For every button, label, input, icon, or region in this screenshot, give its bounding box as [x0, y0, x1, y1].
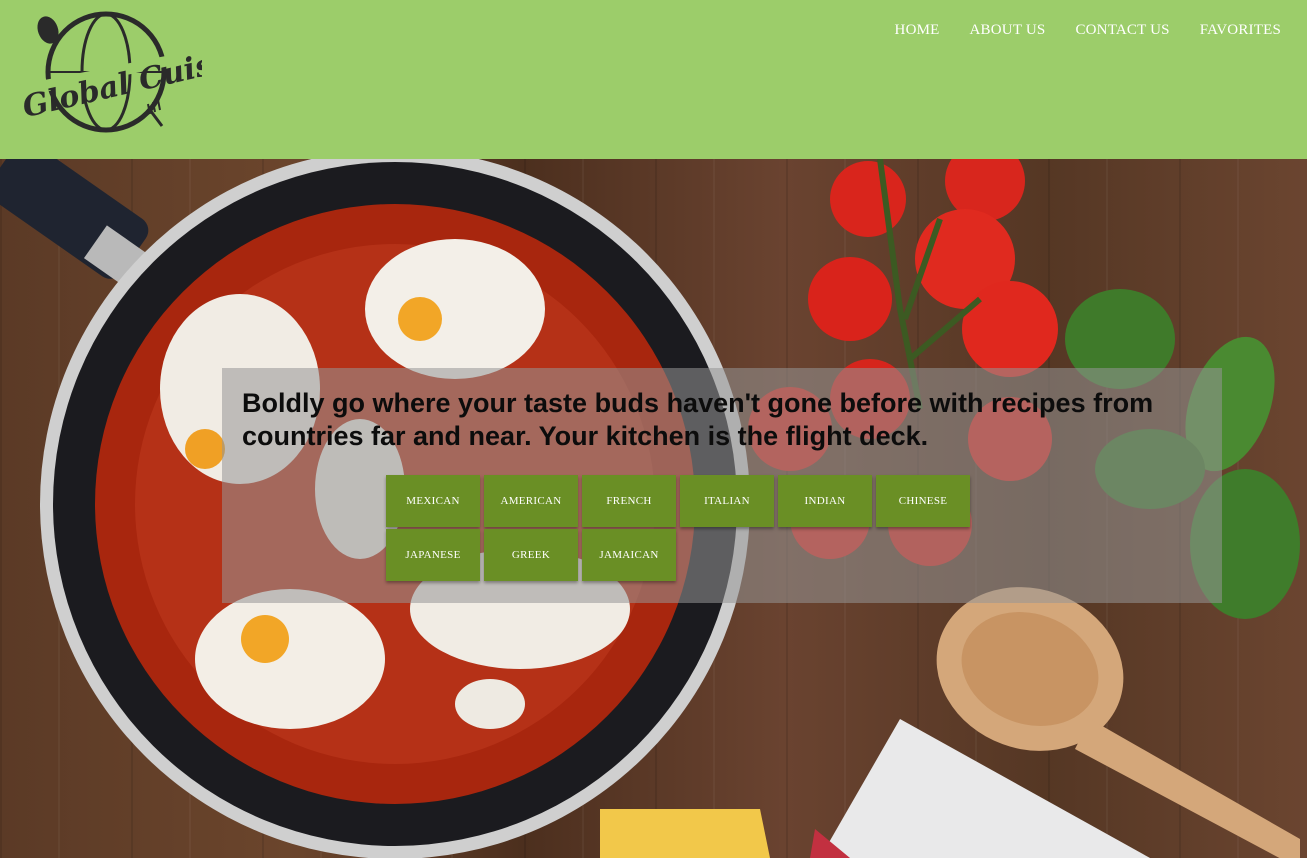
site-header: Global Cuisine HOME ABOUT US CONTACT US … — [0, 0, 1307, 159]
hero-card: Boldly go where your taste buds haven't … — [222, 368, 1222, 603]
cuisine-button-american[interactable]: AMERICAN — [484, 475, 578, 527]
cuisine-button-french[interactable]: FRENCH — [582, 475, 676, 527]
cuisine-button-chinese[interactable]: CHINESE — [876, 475, 970, 527]
cuisine-button-jamaican[interactable]: JAMAICAN — [582, 529, 676, 581]
cuisine-button-mexican[interactable]: MEXICAN — [386, 475, 480, 527]
cuisine-button-indian[interactable]: INDIAN — [778, 475, 872, 527]
nav-about-us[interactable]: ABOUT US — [970, 22, 1046, 39]
hero-tagline: Boldly go where your taste buds haven't … — [242, 388, 1154, 451]
cuisine-button-greek[interactable]: GREEK — [484, 529, 578, 581]
nav-favorites[interactable]: FAVORITES — [1200, 22, 1281, 39]
cuisine-button-group: MEXICAN AMERICAN FRENCH ITALIAN INDIAN C… — [386, 475, 976, 583]
cuisine-button-japanese[interactable]: JAPANESE — [386, 529, 480, 581]
nav-home[interactable]: HOME — [895, 22, 940, 39]
main-nav: HOME ABOUT US CONTACT US FAVORITES — [895, 22, 1281, 39]
brand-logo[interactable]: Global Cuisine — [10, 0, 202, 146]
cuisine-button-italian[interactable]: ITALIAN — [680, 475, 774, 527]
nav-contact-us[interactable]: CONTACT US — [1075, 22, 1169, 39]
